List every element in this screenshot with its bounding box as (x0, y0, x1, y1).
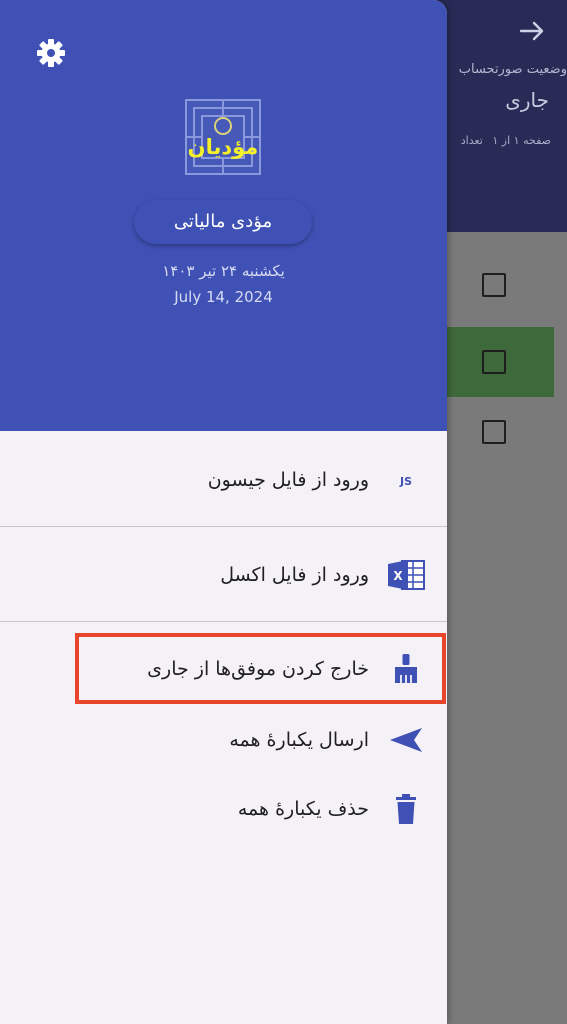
navigation-drawer: مؤدیان مؤدی مالیاتی یکشنبه ۲۴ تیر ۱۴۰۳ J… (0, 0, 447, 1024)
send-icon (386, 724, 426, 756)
excel-icon: X (386, 559, 426, 591)
moadian-logo: مؤدیان (182, 96, 264, 178)
menu-divider (0, 621, 447, 622)
svg-text:JS: JS (399, 475, 412, 488)
back-arrow-icon[interactable] (515, 14, 549, 48)
row-checkbox[interactable] (482, 273, 506, 297)
menu-item-delete-all[interactable]: حذف یکبارهٔ همه (0, 781, 447, 837)
js-file-icon: JS (386, 464, 426, 496)
list-item[interactable] (447, 397, 554, 467)
pager-page-text: صفحه ۱ از ۱ (492, 134, 551, 147)
menu-item-import-excel[interactable]: ورود از فایل اکسل X (0, 547, 447, 603)
row-checkbox[interactable] (482, 420, 506, 444)
list-item-selected[interactable] (447, 327, 554, 397)
drawer-header: مؤدیان مؤدی مالیاتی یکشنبه ۲۴ تیر ۱۴۰۳ J… (0, 0, 447, 431)
background-pager: صفحه ۱ از ۱ تعداد (455, 134, 551, 147)
menu-divider (0, 526, 447, 527)
logo-text: مؤدیان (188, 135, 259, 159)
trash-icon (386, 793, 426, 825)
menu-item-import-json[interactable]: ورود از فایل جیسون JS (0, 452, 447, 508)
list-item[interactable] (447, 250, 554, 320)
menu-item-label: ورود از فایل جیسون (207, 469, 369, 491)
background-page-subtitle: جاری (505, 88, 549, 112)
persian-date: یکشنبه ۲۴ تیر ۱۴۰۳ (162, 262, 285, 280)
menu-item-label: حذف یکبارهٔ همه (237, 798, 369, 820)
row-checkbox[interactable] (482, 350, 506, 374)
profile-name-chip[interactable]: مؤدی مالیاتی (134, 200, 312, 244)
menu-item-label: ورود از فایل اکسل (220, 564, 369, 586)
menu-item-label: ارسال یکبارهٔ همه (229, 729, 369, 751)
menu-item-send-all[interactable]: ارسال یکبارهٔ همه (0, 712, 447, 768)
gregorian-date: July 14, 2024 (174, 288, 273, 306)
pager-count-text: تعداد (460, 134, 483, 147)
gear-icon[interactable] (34, 36, 68, 70)
highlight-annotation-box (75, 633, 446, 704)
svg-text:X: X (393, 569, 403, 583)
